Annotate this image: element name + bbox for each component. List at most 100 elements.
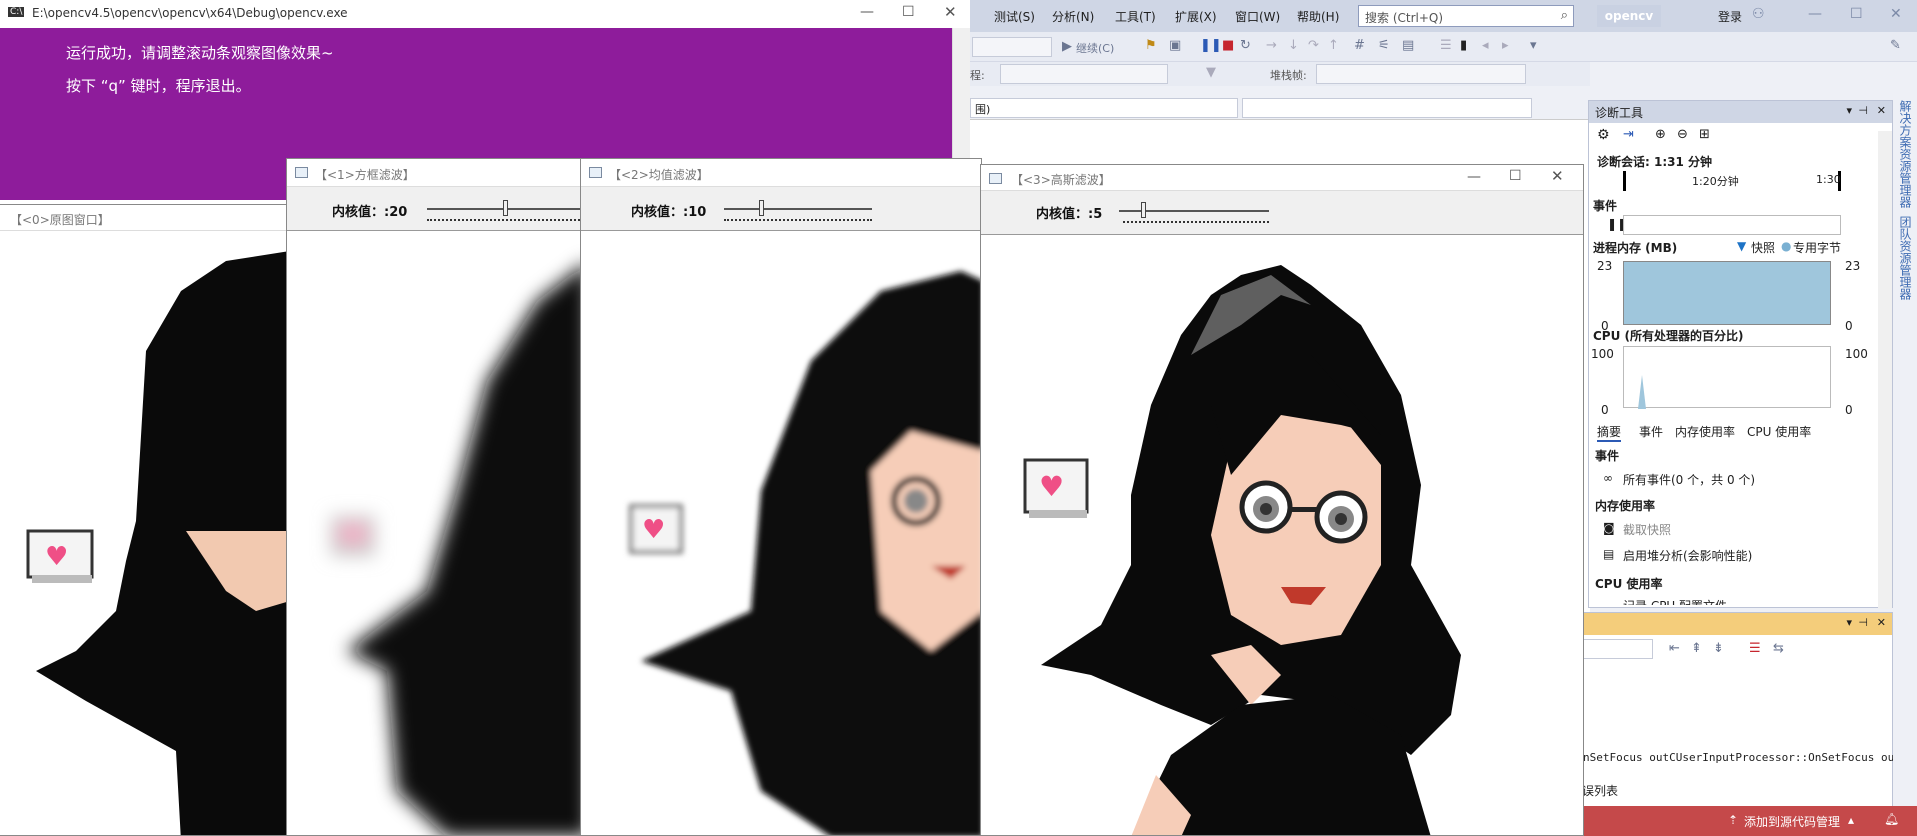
next-message-icon[interactable]: ⇟ [1713,641,1724,656]
stackframe-combo[interactable] [1316,64,1526,84]
hex-icon[interactable]: # [1354,38,1365,53]
menu-analyze[interactable]: 分析(N) [1052,8,1094,25]
continue-button[interactable]: 继续(C) [1076,40,1114,56]
bookmark-prev-icon[interactable]: ◂ [1482,38,1489,53]
screenshot-icon[interactable]: ▣ [1169,38,1181,53]
pin-icon[interactable]: ⊣ [1858,104,1868,117]
solution-platform-combo[interactable] [972,37,1052,57]
bookmark-icon[interactable]: ▮ [1460,38,1467,53]
step-over-icon[interactable]: ↷ [1308,38,1319,53]
tab-memory[interactable]: 内存使用率 [1675,423,1735,440]
menu-help[interactable]: 帮助(H) [1297,8,1339,25]
solution-explorer-tab[interactable]: 解决方案资源管理器 [1897,100,1914,208]
find-message-icon[interactable]: ⇤ [1669,641,1680,656]
menu-test[interactable]: 测试(S) [994,8,1035,25]
close-icon[interactable]: ✕ [1890,6,1902,22]
scope-combo[interactable]: 围) [970,98,1238,118]
prev-message-icon[interactable]: ⇞ [1691,641,1702,656]
record-cpu-button[interactable]: 记录 CPU 配置文件 [1623,597,1727,605]
maximize-icon[interactable]: ☐ [1850,6,1863,22]
editor-navigation-bar: 围) [970,96,1590,120]
trackbar-thumb[interactable] [759,200,764,216]
all-events-link[interactable]: 所有事件(0 个，共 0 个) [1623,471,1755,488]
blurred-image [331,262,587,835]
reset-zoom-icon[interactable]: ⊞ [1699,127,1710,142]
cpu-chart[interactable] [1623,346,1831,409]
zoom-out-icon[interactable]: ⊖ [1677,127,1688,142]
overflow-icon[interactable]: ▾ [1530,38,1537,53]
box-filter-image [287,231,587,835]
window-title: 【<0>原图窗口】 [10,213,110,227]
status-bar: ⇡ 添加到源代码管理 ▴ 🔔︎ [1582,806,1917,836]
maximize-icon[interactable]: ☐ [1509,168,1522,184]
menu-tools[interactable]: 工具(T) [1115,8,1156,25]
thread-icon[interactable]: ⚟ [1378,38,1390,53]
diag-scrollbar[interactable] [1878,131,1892,609]
process-combo[interactable] [1000,64,1168,84]
notification-bell-icon[interactable]: 🔔︎ [1884,812,1899,826]
error-list-tab[interactable]: 误列表 [1582,782,1618,799]
comment-icon[interactable]: ☰ [1440,38,1452,53]
cpu-section-label: CPU (所有处理器的百分比) [1593,329,1744,343]
trackbar-thumb[interactable] [1141,202,1146,218]
stop-icon[interactable]: ■ [1222,38,1234,53]
breakpoint-icon[interactable]: ▤ [1402,38,1414,53]
vs-toolbar: ▶ 继续(C) ⚑ ▣ ❚❚ ■ ↻ → ↓ ↷ ↑ # ⚟ ▤ ☰ ▮ ◂ ▸… [970,32,1917,62]
search-icon[interactable]: ⌕ [1561,8,1568,23]
step-out-icon[interactable]: ↑ [1328,38,1339,53]
zoom-in-icon[interactable]: ⊕ [1655,127,1666,142]
menu-window[interactable]: 窗口(W) [1235,8,1280,25]
export-icon[interactable]: ⇥ [1623,127,1634,142]
bookmark-next-icon[interactable]: ▸ [1502,38,1509,53]
settings-icon[interactable]: ⚙ [1597,127,1610,143]
close-icon[interactable]: ✕ [944,3,957,21]
gaussian-filter-titlebar: 【<3>高斯滤波】 — ☐ ✕ [981,165,1583,191]
member-combo[interactable] [1242,98,1532,118]
heap-analysis-button[interactable]: 启用堆分析(会影响性能) [1623,547,1752,564]
word-wrap-icon[interactable]: ⇆ [1773,641,1784,656]
summary-events-heading: 事件 [1595,449,1620,463]
tab-cpu[interactable]: CPU 使用率 [1747,423,1811,440]
svg-text:♥: ♥ [642,515,665,545]
step-into-icon[interactable]: ↓ [1288,38,1299,53]
continue-icon[interactable]: ▶ [1062,39,1072,54]
minimize-icon[interactable]: — [1467,169,1481,185]
close-icon[interactable]: ✕ [1551,167,1564,185]
close-icon[interactable]: ✕ [1877,616,1886,629]
heap-icon: ▤ [1603,547,1615,561]
restart-icon[interactable]: ↻ [1240,38,1251,53]
minimize-icon[interactable]: — [1808,6,1822,22]
dropdown-icon[interactable]: ▾ [1846,104,1852,117]
user-icon[interactable]: ⚇ [1752,6,1765,22]
dropdown-icon[interactable]: ▾ [1846,616,1852,629]
browse-icon[interactable]: ⚑ [1145,38,1157,53]
menu-extensions[interactable]: 扩展(X) [1175,8,1217,25]
login-link[interactable]: 登录 [1718,8,1742,25]
maximize-icon[interactable]: ☐ [902,4,915,20]
filter-icon[interactable]: ▼ [1206,65,1216,80]
svg-text:♥: ♥ [1039,470,1064,503]
search-input[interactable]: 搜索 (Ctrl+Q) [1365,11,1443,25]
memory-chart[interactable] [1623,261,1831,325]
tab-summary[interactable]: 摘要 [1597,423,1622,442]
output-source-combo[interactable] [1583,639,1653,659]
console-output-line: 按下 “q” 键时，程序退出。 [66,77,251,95]
show-next-icon[interactable]: → [1266,38,1277,53]
tab-events[interactable]: 事件 [1639,423,1663,440]
diag-title: 诊断工具 [1595,106,1644,120]
trackbar-track[interactable] [724,208,872,210]
timeline[interactable]: 1:20分钟 1:30 [1623,171,1841,191]
pause-icon[interactable]: ❚❚ [1200,38,1222,53]
private-bytes-legend: 专用字节 [1793,241,1842,255]
search-box[interactable]: 搜索 (Ctrl+Q) ⌕ [1358,5,1574,27]
source-control-button[interactable]: 添加到源代码管理 [1744,813,1840,830]
pin-icon[interactable]: ✎ [1890,38,1901,53]
close-icon[interactable]: ✕ [1877,104,1886,117]
pin-icon[interactable]: ⊣ [1858,616,1868,629]
clear-all-icon[interactable]: ☰ [1749,641,1761,656]
snapshot-legend: 快照 [1751,241,1776,255]
trackbar-thumb[interactable] [503,200,508,216]
minimize-icon[interactable]: — [860,4,874,20]
team-explorer-tab[interactable]: 团队资源管理器 [1897,216,1914,300]
take-snapshot-button[interactable]: 截取快照 [1623,521,1671,538]
